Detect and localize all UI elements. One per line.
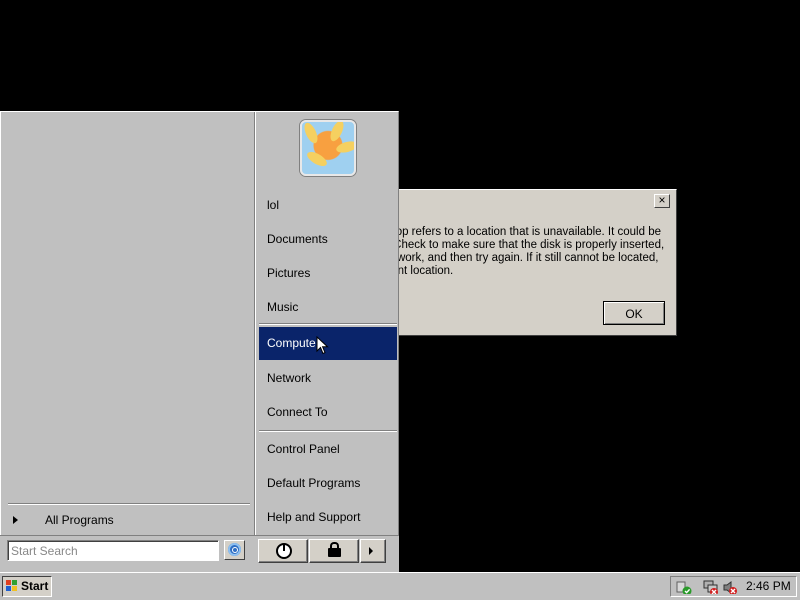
shutdown-options-button[interactable] [360,539,386,563]
arrow-right-icon [13,516,18,524]
start-item-default-programs[interactable]: Default Programs [259,467,397,499]
start-item-lol[interactable]: lol [259,189,397,221]
menu-separator [259,430,397,432]
search-button[interactable] [224,540,245,560]
start-label: Start [21,579,49,593]
start-button[interactable]: Start [2,576,52,597]
start-search-input[interactable] [7,540,219,561]
start-item-documents[interactable]: Documents [259,223,397,255]
lock-button[interactable] [309,539,359,563]
dialog-titlebar[interactable] [381,190,676,212]
lock-icon [328,542,341,557]
all-programs-button[interactable]: All Programs [8,510,248,530]
windows-logo-icon [6,580,18,592]
network-disconnected-icon[interactable] [703,580,719,594]
search-icon [228,543,241,556]
start-item-network[interactable]: Network [259,362,397,394]
start-item-music[interactable]: Music [259,291,397,323]
clock[interactable]: 2:46 PM [746,579,791,593]
power-button[interactable] [258,539,308,563]
mouse-cursor-icon [316,336,329,355]
user-picture[interactable] [300,120,356,176]
security-shield-icon[interactable] [676,580,692,594]
all-programs-separator [8,503,250,505]
start-item-pictures[interactable]: Pictures [259,257,397,289]
start-item-help-and-support[interactable]: Help and Support [259,501,397,533]
ok-button[interactable]: OK [603,301,665,325]
close-icon: × [658,193,666,207]
volume-muted-icon[interactable] [722,580,738,594]
dialog-message: sktop refers to a location that is unava… [381,226,665,277]
power-icon [276,543,292,559]
all-programs-label: All Programs [45,513,114,527]
arrow-right-icon [369,547,373,555]
start-item-control-panel[interactable]: Control Panel [259,433,397,465]
start-item-connect-to[interactable]: Connect To [259,396,397,428]
menu-separator [259,323,397,325]
dialog-close-button[interactable]: × [654,194,670,208]
pinned-programs-pane [1,112,255,536]
